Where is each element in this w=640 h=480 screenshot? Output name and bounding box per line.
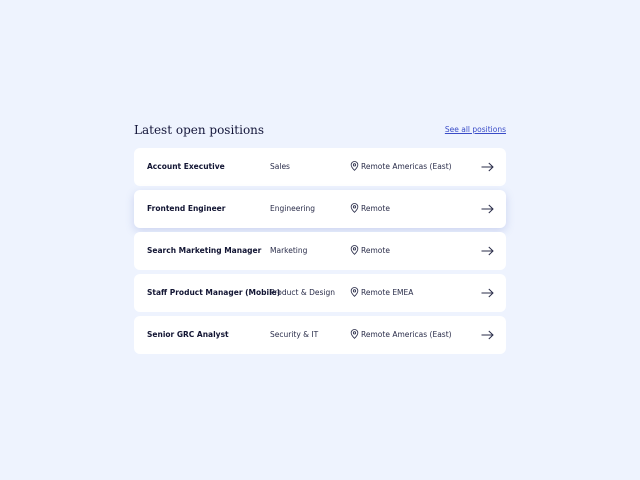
position-title: Search Marketing Manager bbox=[147, 246, 262, 255]
position-location: Remote Americas (East) bbox=[350, 316, 452, 354]
map-pin-icon bbox=[350, 203, 359, 213]
position-department: Marketing bbox=[270, 246, 308, 255]
arrow-right-icon[interactable] bbox=[481, 288, 494, 298]
map-pin-icon bbox=[350, 329, 359, 339]
section-title: Latest open positions bbox=[134, 123, 265, 137]
position-location: Remote EMEA bbox=[350, 274, 413, 312]
open-positions-section: Latest open positions See all positions … bbox=[134, 122, 506, 354]
positions-list: Account Executive Sales Remote Americas … bbox=[134, 148, 506, 358]
position-row[interactable]: Staff Product Manager (Mobile) Product &… bbox=[134, 274, 506, 312]
map-pin-icon bbox=[350, 245, 359, 255]
position-department: Engineering bbox=[270, 204, 315, 213]
position-row[interactable]: Frontend Engineer Engineering Remote bbox=[134, 190, 506, 228]
position-title: Frontend Engineer bbox=[147, 204, 226, 213]
position-title: Staff Product Manager (Mobile) bbox=[147, 288, 281, 297]
position-department: Product & Design bbox=[270, 288, 335, 297]
map-pin-icon bbox=[350, 161, 359, 171]
position-location-label: Remote bbox=[361, 204, 390, 213]
position-title: Account Executive bbox=[147, 162, 225, 171]
position-department: Sales bbox=[270, 162, 290, 171]
position-department: Security & IT bbox=[270, 330, 319, 339]
position-location-label: Remote bbox=[361, 246, 390, 255]
map-pin-icon bbox=[350, 287, 359, 297]
section-header: Latest open positions See all positions bbox=[134, 122, 506, 142]
position-location: Remote bbox=[350, 232, 390, 270]
position-location-label: Remote Americas (East) bbox=[361, 330, 452, 339]
position-row[interactable]: Search Marketing Manager Marketing Remot… bbox=[134, 232, 506, 270]
position-location: Remote Americas (East) bbox=[350, 148, 452, 186]
position-location: Remote bbox=[350, 190, 390, 228]
position-location-label: Remote Americas (East) bbox=[361, 162, 452, 171]
position-location-label: Remote EMEA bbox=[361, 288, 414, 297]
see-all-positions-link[interactable]: See all positions bbox=[445, 125, 506, 134]
arrow-right-icon[interactable] bbox=[481, 330, 494, 340]
arrow-right-icon[interactable] bbox=[481, 162, 494, 172]
position-row[interactable]: Account Executive Sales Remote Americas … bbox=[134, 148, 506, 186]
position-row[interactable]: Senior GRC Analyst Security & IT Remote … bbox=[134, 316, 506, 354]
position-title: Senior GRC Analyst bbox=[147, 330, 229, 339]
arrow-right-icon[interactable] bbox=[481, 204, 494, 214]
arrow-right-icon[interactable] bbox=[481, 246, 494, 256]
